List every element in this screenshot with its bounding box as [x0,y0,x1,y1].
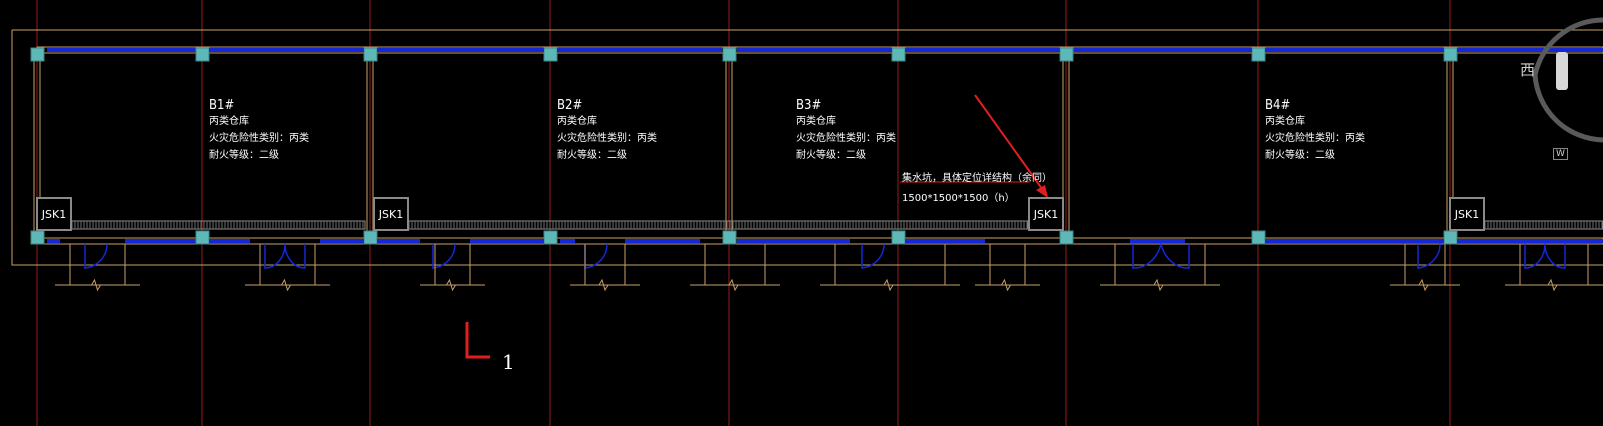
doors [84,243,1566,269]
axis-grid-lines [36,0,1451,426]
column [891,47,906,62]
column [722,230,737,245]
section-number: 1 [502,350,515,374]
window [1073,48,1251,52]
column [1443,230,1458,245]
railing-hatch [71,220,1603,230]
room-fire-class-b3: 火灾危险性类别：丙类 [796,133,896,144]
viewcube-face-tab[interactable] [1556,52,1568,90]
window [47,48,196,52]
sump-pit-jsk1[interactable]: JSK1 [373,197,409,231]
room-type-b2: 丙类仓库 [557,116,597,127]
window [906,48,1059,52]
sump-pit-jsk1[interactable]: JSK1 [1449,197,1485,231]
door [264,243,286,269]
column [363,230,378,245]
column [1443,47,1458,62]
door [1417,243,1441,269]
room-rating-b4: 耐火等级：二级 [1265,150,1335,161]
column [30,47,45,62]
door [84,243,108,269]
window [210,48,363,52]
sump-pit-jsk1[interactable]: JSK1 [1028,197,1064,231]
room-code-b3: B3# [796,98,822,113]
viewcube[interactable] [1532,17,1603,143]
room-fire-class-b2: 火灾危险性类别：丙类 [557,133,657,144]
viewcube-w-label[interactable]: W [1553,148,1568,160]
door [284,243,306,269]
room-fire-class-b4: 火灾危险性类别：丙类 [1265,133,1365,144]
window [470,239,543,243]
window [1130,239,1185,243]
walls [33,46,1603,245]
column [363,47,378,62]
section-mark [465,322,490,359]
room-rating-b2: 耐火等级：二级 [557,150,627,161]
window [1458,239,1603,243]
room-code-b4: B4# [1265,98,1291,113]
annotation-sump-size: 1500*1500*1500（h） [902,193,1015,204]
room-type-b4: 丙类仓库 [1265,116,1305,127]
door [1544,243,1566,269]
column [722,47,737,62]
column [1059,47,1074,62]
window [737,48,891,52]
window [560,239,575,243]
room-type-b1: 丙类仓库 [209,116,249,127]
room-rating-b1: 耐火等级：二级 [209,150,279,161]
window [378,48,543,52]
room-type-b3: 丙类仓库 [796,116,836,127]
columns [30,47,1458,245]
column [30,230,45,245]
door [1524,243,1546,269]
room-code-b2: B2# [557,98,583,113]
window [906,239,985,243]
window [210,239,250,243]
windows [47,48,1603,243]
column [543,47,558,62]
column [1059,230,1074,245]
door [1160,243,1190,269]
column [1251,47,1266,62]
door [432,243,456,269]
room-rating-b3: 耐火等级：二级 [796,150,866,161]
column [1251,230,1266,245]
window [558,48,722,52]
column [195,230,210,245]
room-code-b1: B1# [209,98,235,113]
outline-left-bottom [11,30,1603,266]
window [1458,48,1603,52]
window [47,239,60,243]
window [378,239,420,243]
door [861,243,885,269]
sump-pit-jsk1[interactable]: JSK1 [36,197,72,231]
room-fire-class-b1: 火灾危险性类别：丙类 [209,133,309,144]
entrance-steps [55,244,1603,292]
window [125,239,196,243]
column [543,230,558,245]
column [891,230,906,245]
annotation-sump-note: 集水坑，具体定位详结构（余同） [902,173,1052,184]
window [1266,239,1443,243]
window [737,239,850,243]
cad-drawing-canvas[interactable] [0,0,1603,426]
door [584,243,608,269]
window [625,239,700,243]
window [320,239,363,243]
column [195,47,210,62]
section-marker [465,322,490,359]
viewcube-west-label[interactable]: 西 [1520,59,1535,80]
door [1132,243,1162,269]
building-outline [11,29,1603,266]
window [1266,48,1443,52]
viewcube-ring [1532,17,1603,143]
